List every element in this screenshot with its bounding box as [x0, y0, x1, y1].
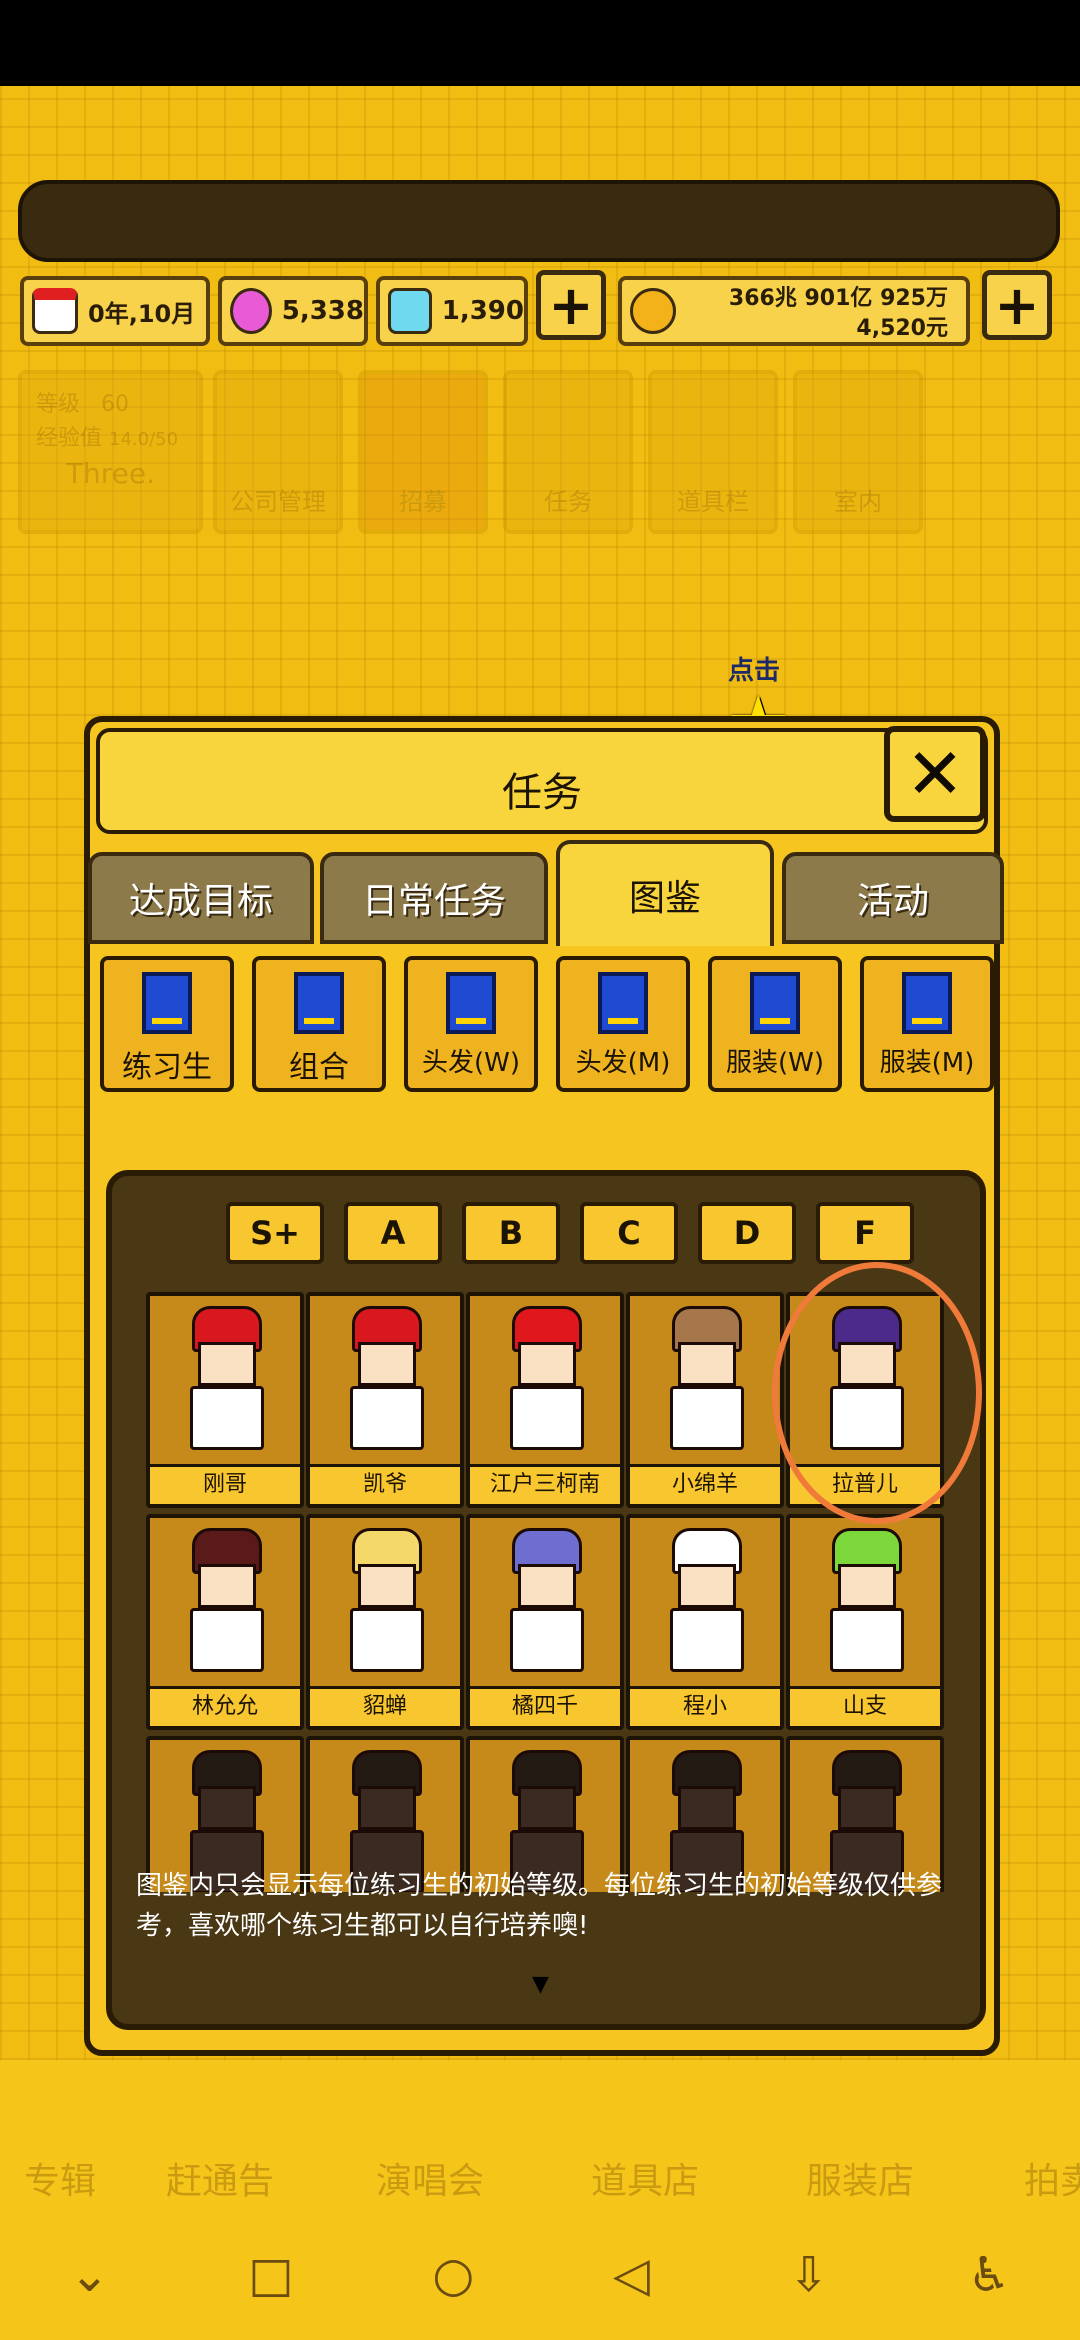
trainee-name: 凯爷: [310, 1464, 460, 1504]
trainee-sprite: [184, 1528, 270, 1678]
category-hair-m[interactable]: 头发(M): [556, 956, 690, 1092]
diamond-icon: [388, 288, 432, 334]
collection-description: 图鉴内只会显示每位练习生的初始等级。每位练习生的初始等级仅供参考，喜欢哪个练习生…: [136, 1871, 943, 1941]
download-icon[interactable]: ⇩: [789, 2247, 829, 2303]
menu-interior[interactable]: 室内: [793, 370, 923, 534]
tab-goals[interactable]: 达成目标: [88, 852, 314, 944]
trainee-card[interactable]: 程小: [626, 1514, 784, 1730]
grade-a[interactable]: A: [344, 1202, 442, 1264]
back-icon[interactable]: ◁: [613, 2247, 650, 2303]
category-hair-w[interactable]: 头发(W): [404, 956, 538, 1092]
money-line-2: 4,520元: [856, 316, 948, 341]
diamond-value: 1,390: [441, 296, 524, 326]
grade-filter: S+ A B C D F: [112, 1202, 980, 1266]
book-icon: [750, 972, 800, 1034]
trainee-sprite: [824, 1528, 910, 1678]
trainee-card[interactable]: 山支: [786, 1514, 944, 1730]
nav-item-shop[interactable]: 道具店: [545, 2060, 745, 2210]
trainee-name: 山支: [790, 1686, 940, 1726]
trainee-sprite: [504, 1306, 590, 1456]
trainee-card[interactable]: 橘四千: [466, 1514, 624, 1730]
level-box: 等级 60 经验值 14.0/50 Three.: [18, 370, 203, 534]
diamond-display: 1,390: [376, 276, 528, 346]
nav-concert[interactable]: 演唱会: [330, 2060, 530, 2210]
trainee-name: 貂蝉: [310, 1686, 460, 1726]
category-trainee[interactable]: 练习生: [100, 956, 234, 1092]
nav-schedule[interactable]: 赶通告: [120, 2060, 320, 2210]
nav-clothing-shop[interactable]: 服装店: [760, 2060, 960, 2210]
menu-inventory[interactable]: 道具栏: [648, 370, 778, 534]
menu-recruit[interactable]: 招募: [358, 370, 488, 534]
trainee-card[interactable]: 小绵羊: [626, 1292, 784, 1508]
pink-gem-value: 5,338: [281, 296, 364, 326]
android-nav-bar: ⌄ □ ○ ◁ ⇩ ♿: [0, 2210, 1080, 2340]
bottom-nav: 专辑 赶通告 演唱会 道具店 服装店 拍卖: [0, 2060, 1080, 2210]
date-display: 0年,10月: [20, 276, 210, 346]
status-bar: [0, 0, 1080, 86]
top-menu: 等级 60 经验值 14.0/50 Three. 公司管理 招募 任务 道具栏 …: [18, 370, 1080, 540]
trainee-card[interactable]: 林允允: [146, 1514, 304, 1730]
trainee-name: 程小: [630, 1686, 780, 1726]
book-icon: [142, 972, 192, 1034]
trainee-sprite: [184, 1306, 270, 1456]
grade-c[interactable]: C: [580, 1202, 678, 1264]
add-diamonds-button[interactable]: +: [536, 270, 606, 340]
scroll-down-icon[interactable]: ▼: [532, 1972, 549, 1997]
highlight-circle: [772, 1262, 982, 1524]
book-icon: [446, 972, 496, 1034]
coin-icon: [630, 288, 676, 334]
trainee-card[interactable]: 刚哥: [146, 1292, 304, 1508]
pink-gem-display: 5,338: [218, 276, 368, 346]
book-icon: [902, 972, 952, 1034]
tab-collection[interactable]: 图鉴: [556, 840, 774, 946]
pink-gem-icon: [230, 288, 272, 334]
close-button[interactable]: ✕: [884, 726, 986, 822]
dialog-title: 任务: [502, 770, 582, 816]
trainee-sprite: [664, 1528, 750, 1678]
trainee-sprite: [344, 1306, 430, 1456]
category-clothes-m[interactable]: 服装(M): [860, 956, 994, 1092]
tab-events[interactable]: 活动: [782, 852, 1004, 944]
trainee-name: 刚哥: [150, 1464, 300, 1504]
trainee-card[interactable]: 凯爷: [306, 1292, 464, 1508]
add-money-button[interactable]: +: [982, 270, 1052, 340]
trainee-name: 江户三柯南: [470, 1464, 620, 1504]
nav-auction[interactable]: 拍卖: [960, 2060, 1080, 2210]
menu-task[interactable]: 任务: [503, 370, 633, 534]
trainee-sprite: [344, 1528, 430, 1678]
money-display: 366兆 901亿 925万 4,520元: [618, 276, 970, 346]
grade-splus[interactable]: S+: [226, 1202, 324, 1264]
trainee-sprite: [664, 1306, 750, 1456]
money-line-1: 366兆 901亿 925万: [728, 286, 948, 311]
chevron-down-icon[interactable]: ⌄: [69, 2247, 109, 2303]
trainee-name: 橘四千: [470, 1686, 620, 1726]
menu-company[interactable]: 公司管理: [213, 370, 343, 534]
tab-bar: 达成目标 日常任务 图鉴 活动: [88, 840, 1006, 946]
trainee-name: 林允允: [150, 1686, 300, 1726]
category-clothes-w[interactable]: 服装(W): [708, 956, 842, 1092]
category-row: 练习生 组合 头发(W) 头发(M) 服装(W) 服装(M): [100, 956, 996, 1096]
top-title-bar: [18, 180, 1060, 262]
category-group[interactable]: 组合: [252, 956, 386, 1092]
recents-icon[interactable]: □: [248, 2247, 293, 2303]
dialog-header: 任务 ✕: [96, 726, 988, 834]
trainee-name: 小绵羊: [630, 1464, 780, 1504]
trainee-card[interactable]: 江户三柯南: [466, 1292, 624, 1508]
date-value: 0年,10月: [88, 299, 196, 328]
calendar-icon: [32, 288, 78, 334]
grade-f[interactable]: F: [816, 1202, 914, 1264]
trainee-card[interactable]: 貂蝉: [306, 1514, 464, 1730]
grade-b[interactable]: B: [462, 1202, 560, 1264]
book-icon: [294, 972, 344, 1034]
home-icon[interactable]: ○: [432, 2247, 474, 2303]
tab-daily[interactable]: 日常任务: [320, 852, 548, 944]
book-icon: [598, 972, 648, 1034]
close-icon: ✕: [905, 733, 965, 815]
accessibility-icon[interactable]: ♿: [968, 2247, 1011, 2303]
trainee-sprite: [504, 1528, 590, 1678]
grade-d[interactable]: D: [698, 1202, 796, 1264]
